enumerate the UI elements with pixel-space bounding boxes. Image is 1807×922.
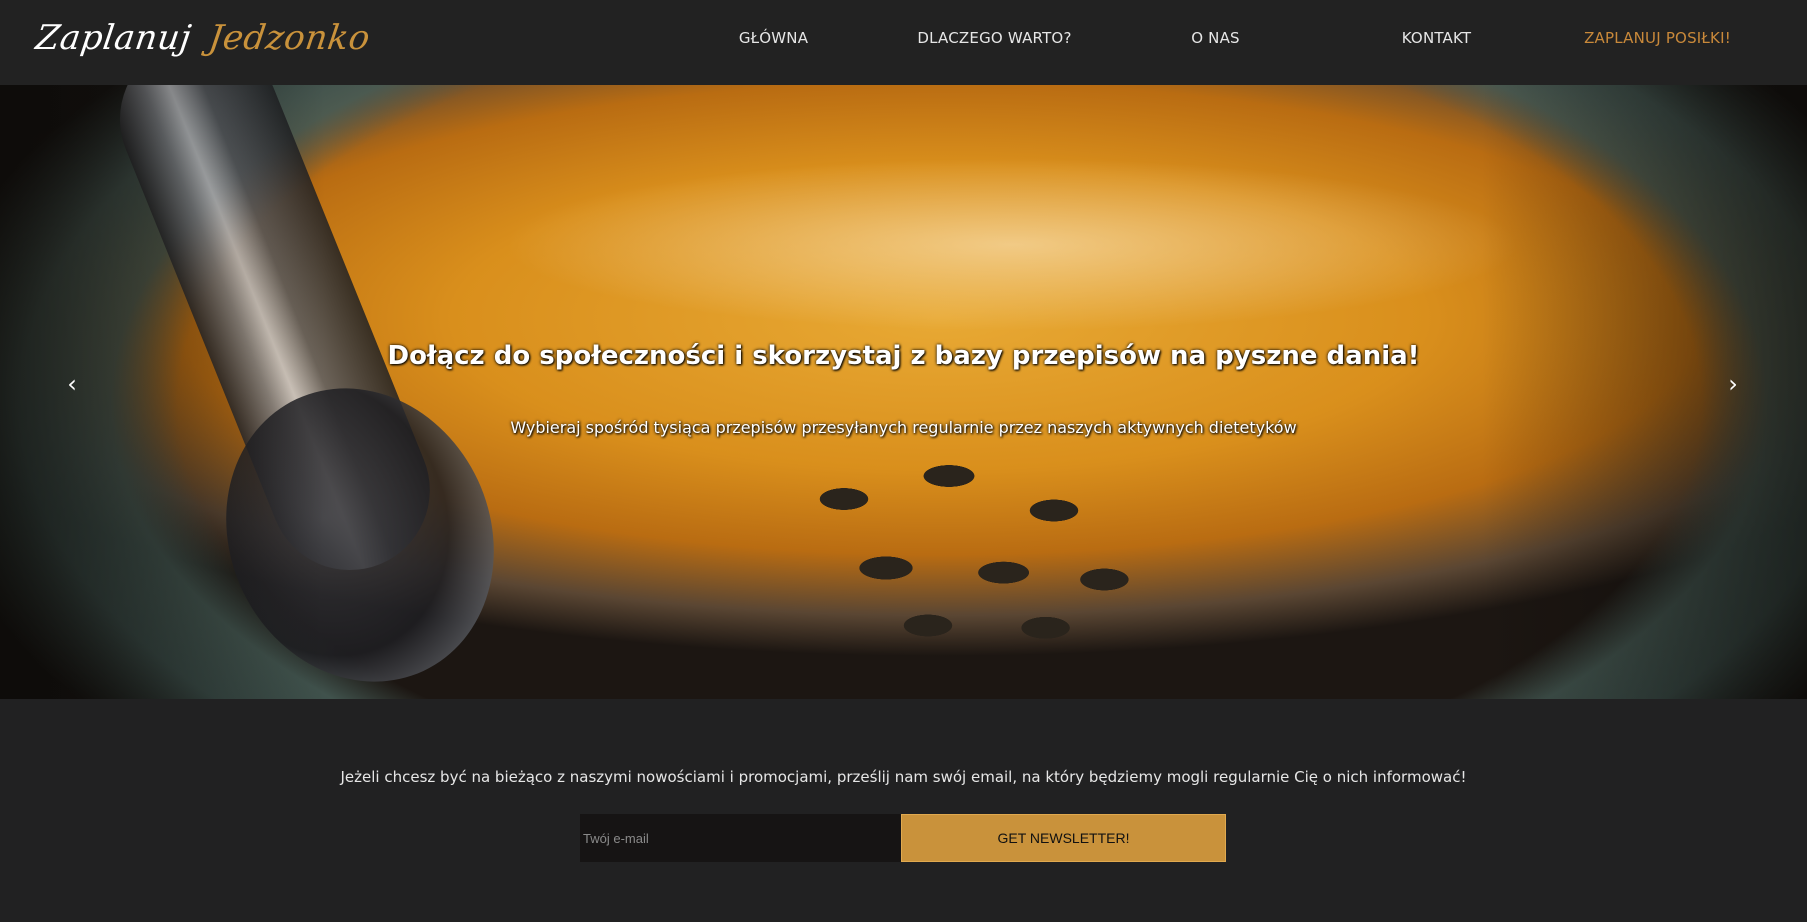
carousel-prev-button[interactable]: ‹ — [57, 369, 87, 399]
newsletter-section: Jeżeli chcesz być na bieżąco z naszymi n… — [0, 699, 1807, 922]
logo-word-accent: Jedzonko — [206, 18, 373, 58]
hero-vignette — [0, 85, 1807, 699]
nav-item-why[interactable]: DLACZEGO WARTO? — [884, 29, 1105, 47]
newsletter-text: Jeżeli chcesz być na bieżąco z naszymi n… — [340, 768, 1467, 786]
carousel-next-button[interactable]: › — [1718, 369, 1748, 399]
nav-item-plan-meals[interactable]: ZAPLANUJ POSIŁKI! — [1547, 29, 1768, 47]
site-header: Zaplanuj Jedzonko GŁÓWNA DLACZEGO WARTO?… — [0, 0, 1807, 85]
get-newsletter-button[interactable]: GET NEWSLETTER! — [901, 814, 1226, 862]
chevron-left-icon: ‹ — [67, 370, 77, 398]
logo[interactable]: Zaplanuj Jedzonko — [33, 8, 373, 68]
chevron-right-icon: › — [1728, 370, 1738, 398]
main-nav: GŁÓWNA DLACZEGO WARTO? O NAS KONTAKT ZAP… — [663, 0, 1768, 75]
email-field[interactable] — [580, 814, 901, 862]
nav-item-home[interactable]: GŁÓWNA — [663, 29, 884, 47]
logo-word-primary: Zaplanuj — [33, 18, 194, 58]
hero-title: Dołącz do społeczności i skorzystaj z ba… — [387, 341, 1420, 371]
hero-carousel: Dołącz do społeczności i skorzystaj z ba… — [0, 85, 1807, 699]
hero-subtitle: Wybieraj spośród tysiąca przepisów przes… — [510, 418, 1297, 437]
nav-item-about[interactable]: O NAS — [1105, 29, 1326, 47]
nav-item-contact[interactable]: KONTAKT — [1326, 29, 1547, 47]
